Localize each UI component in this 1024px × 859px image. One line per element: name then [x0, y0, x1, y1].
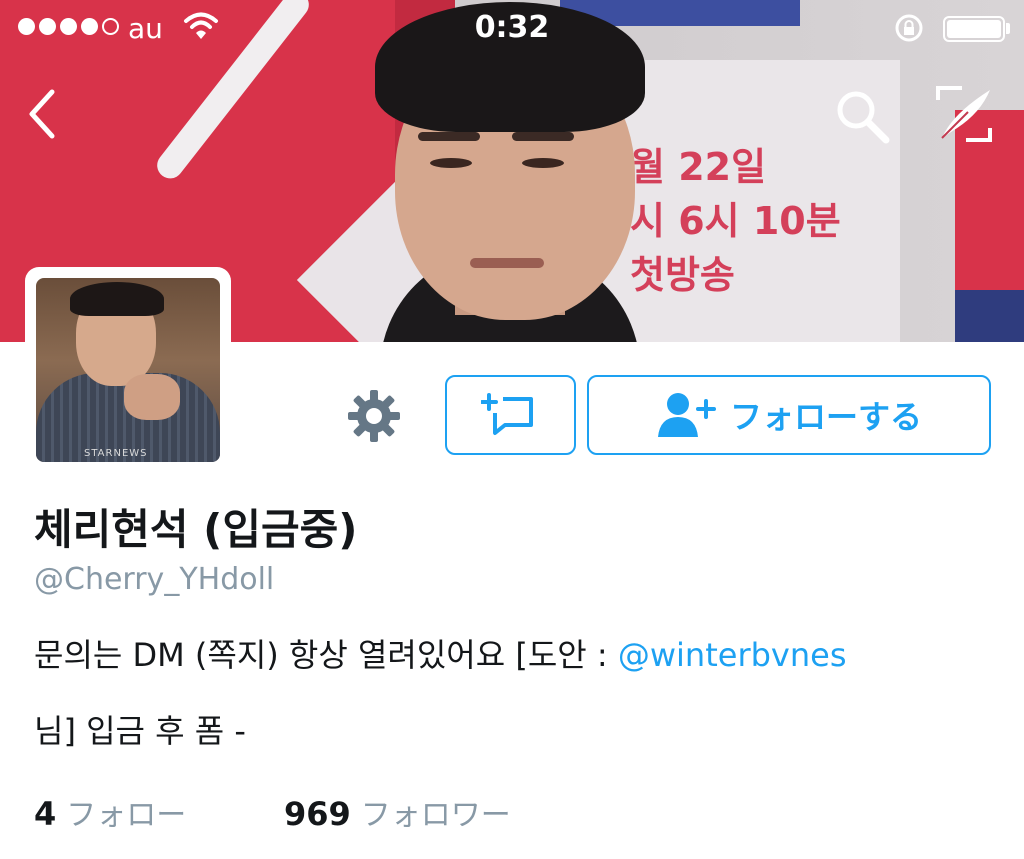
following-stat[interactable]: 4 フォロー	[34, 790, 186, 834]
profile-bio-line: 문의는 DM (쪽지) 항상 열려있어요 [도안 : @winterbvnes	[34, 630, 846, 676]
add-to-list-icon	[480, 393, 533, 435]
profile-display-name: 체리현석 (입금중)	[34, 505, 358, 554]
rotation-lock-icon	[893, 12, 925, 51]
avatar-watermark: STARNEWS	[84, 448, 148, 459]
status-time: 0:32	[474, 10, 550, 45]
banner-person-brow	[418, 132, 480, 141]
profile-avatar[interactable]: STARNEWS	[25, 267, 231, 473]
add-to-list-button[interactable]	[445, 375, 576, 455]
settings-button[interactable]	[346, 388, 402, 444]
back-button[interactable]	[24, 86, 64, 142]
banner-person-mouth	[470, 258, 544, 268]
banner-right-navy	[955, 290, 1024, 342]
followers-label: フォロワー	[360, 798, 511, 833]
avatar-photo: STARNEWS	[36, 278, 220, 462]
gear-icon	[348, 390, 400, 442]
battery-nub	[1006, 23, 1010, 34]
battery-icon	[943, 16, 1005, 42]
compose-quill-icon	[936, 86, 992, 142]
bio-mention-link[interactable]: @winterbvnes	[618, 636, 847, 674]
compose-tweet-button[interactable]	[932, 84, 996, 144]
followers-stat[interactable]: 969 フォロワー	[284, 790, 511, 834]
banner-person-brow	[512, 132, 574, 141]
banner-poster-text: 월 22일 시 6시 10분 첫방송	[630, 145, 841, 297]
follow-button[interactable]: フォローする	[587, 375, 991, 455]
profile-handle: @Cherry_YHdoll	[34, 562, 275, 597]
followers-count: 969	[284, 795, 351, 833]
search-button[interactable]	[832, 86, 892, 146]
follow-button-label: フォローする	[729, 398, 922, 436]
banner-person-eye	[522, 158, 564, 168]
search-icon	[837, 91, 890, 144]
status-bar: au 0:32	[0, 0, 1024, 56]
chevron-left-icon	[29, 89, 55, 139]
following-count: 4	[34, 795, 57, 833]
avatar-hair	[70, 282, 164, 316]
banner-person-eye	[430, 158, 472, 168]
profile-bio-line: 님] 입금 후 폼 -	[34, 712, 246, 750]
bio-text: 문의는 DM (쪽지) 항상 열려있어요 [도안 :	[34, 636, 618, 674]
following-label: フォロー	[66, 798, 187, 833]
avatar-hand	[124, 374, 180, 420]
add-user-icon	[657, 393, 716, 437]
battery-fill	[947, 20, 1001, 38]
